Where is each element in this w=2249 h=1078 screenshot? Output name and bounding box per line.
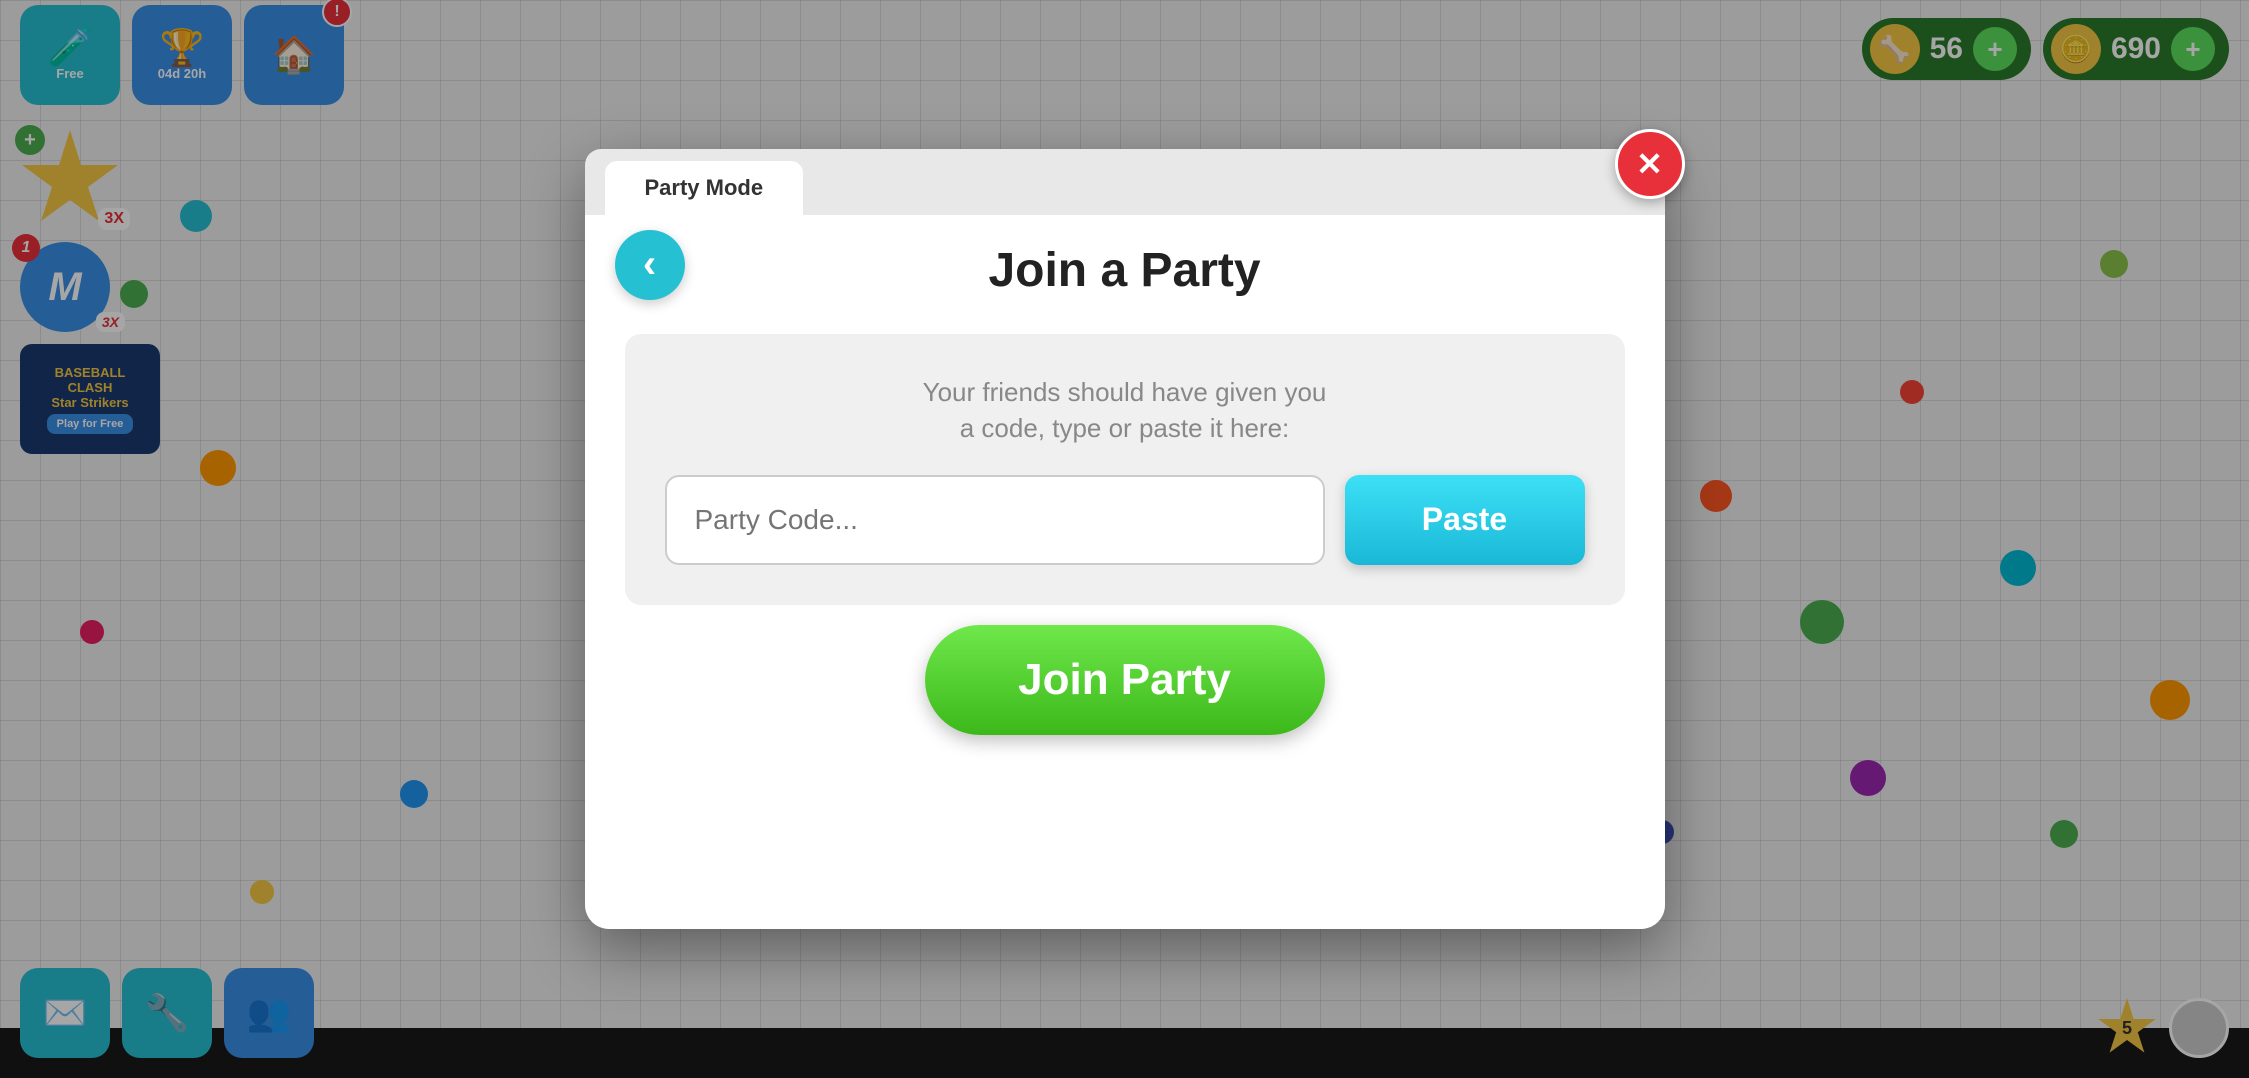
back-button[interactable]: ‹ xyxy=(615,230,685,300)
join-party-button[interactable]: Join Party xyxy=(925,625,1325,735)
close-button[interactable]: ✕ xyxy=(1615,129,1685,199)
party-mode-tab[interactable]: Party Mode xyxy=(605,161,804,215)
modal-content: Your friends should have given youa code… xyxy=(585,314,1665,929)
modal-overlay: ✕ Party Mode ‹ Join a Party Your friends… xyxy=(0,0,2249,1078)
modal-title: Join a Party xyxy=(988,243,1260,298)
party-code-input[interactable] xyxy=(665,475,1325,565)
code-hint: Your friends should have given youa code… xyxy=(923,374,1327,447)
modal-header: ‹ Join a Party xyxy=(585,215,1665,314)
code-section: Your friends should have given youa code… xyxy=(625,334,1625,605)
modal-tab-bar: Party Mode xyxy=(585,149,1665,215)
paste-button[interactable]: Paste xyxy=(1345,475,1585,565)
code-input-row: Paste xyxy=(665,475,1585,565)
party-modal: ✕ Party Mode ‹ Join a Party Your friends… xyxy=(585,149,1665,929)
